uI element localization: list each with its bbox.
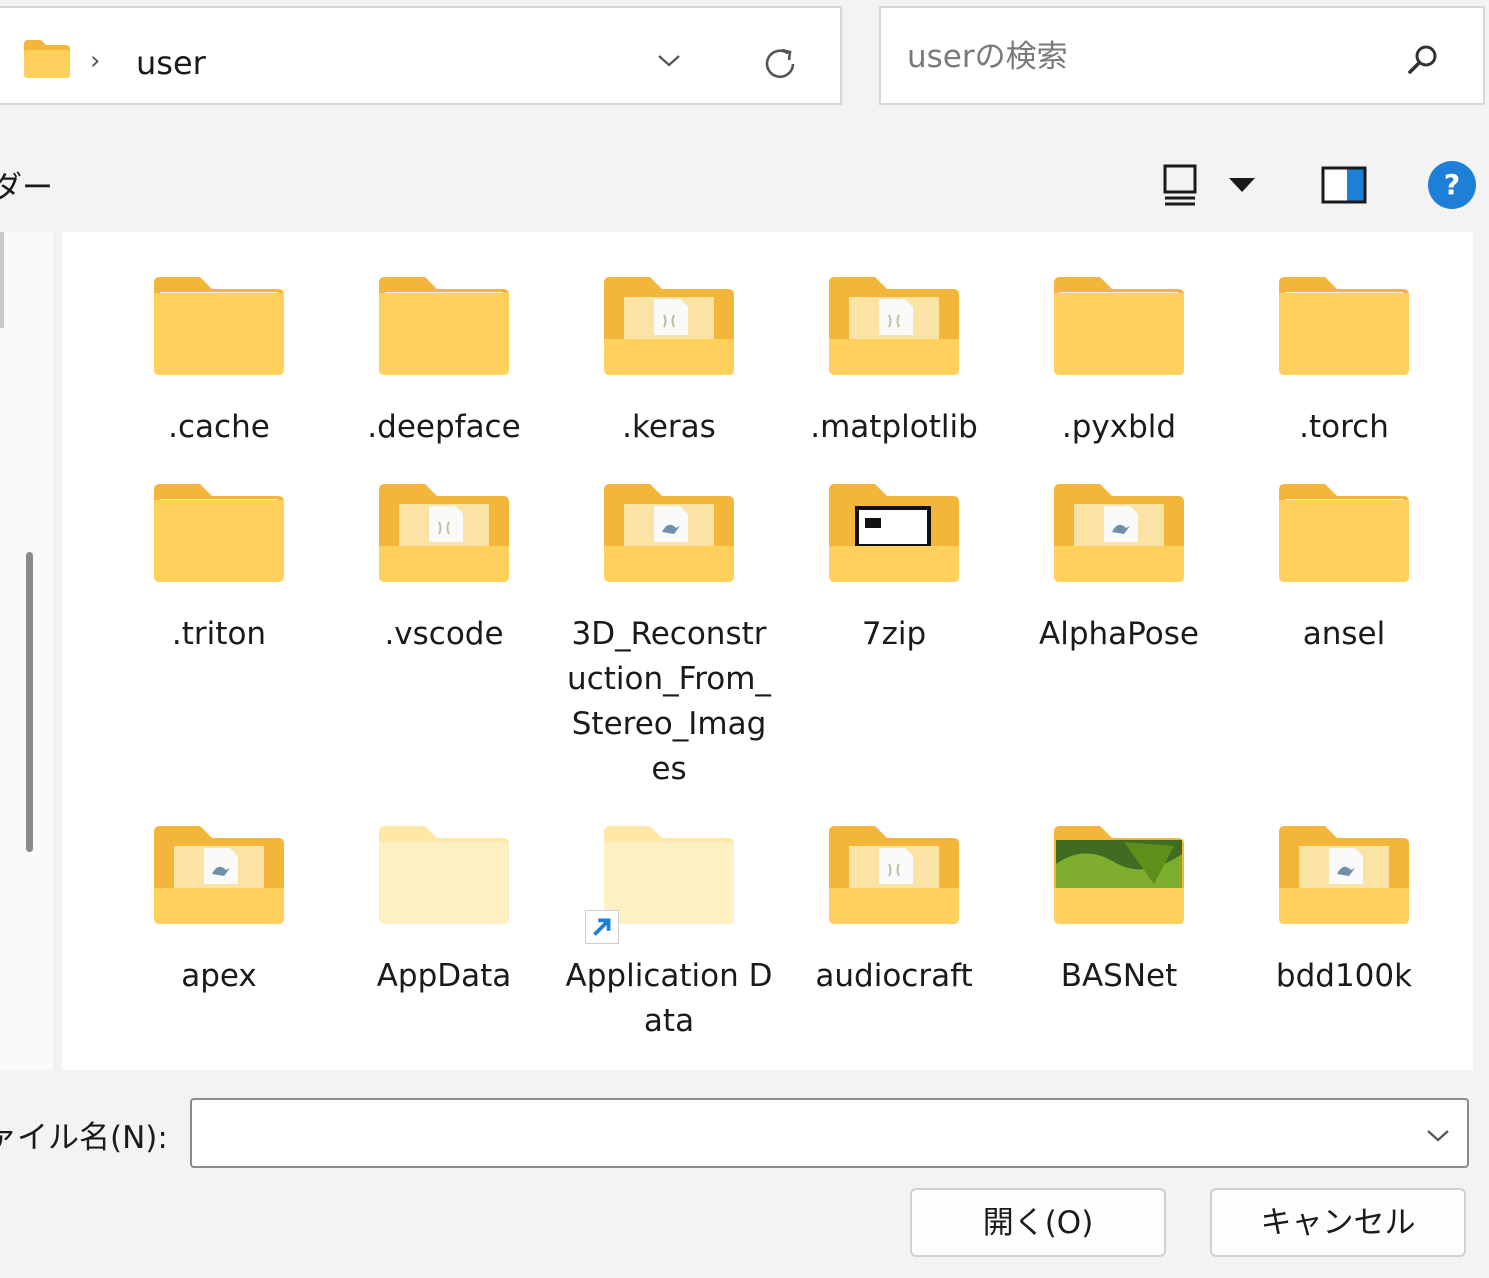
search-box[interactable] [879, 6, 1485, 105]
file-name: Application Data [565, 958, 773, 1039]
folder-document-icon [604, 275, 734, 375]
folder-app-icon [604, 482, 734, 582]
folder-icon [1279, 482, 1409, 582]
file-name: ansel [1302, 616, 1386, 652]
navigation-pane[interactable] [0, 232, 55, 1070]
file-name: 7zip [861, 616, 927, 652]
filename-combobox[interactable] [190, 1098, 1469, 1168]
cancel-button[interactable]: キャンセル [1210, 1188, 1466, 1257]
search-input[interactable] [905, 34, 1389, 80]
caret-down-icon[interactable] [1229, 178, 1255, 192]
file-name: .cache [168, 409, 270, 445]
file-name: .deepface [367, 409, 521, 445]
folder-app-icon [154, 824, 284, 924]
open-button[interactable]: 開く(O) [910, 1188, 1166, 1257]
breadcrumb-separator: › [90, 46, 101, 76]
file-name: .torch [1299, 409, 1389, 445]
help-icon[interactable]: ? [1428, 161, 1476, 209]
file-name: bdd100k [1275, 958, 1413, 994]
folder-icon [24, 40, 70, 78]
folder-window-icon [829, 482, 959, 582]
folder-photo-icon [1054, 824, 1184, 924]
file-name: AlphaPose [1039, 616, 1199, 652]
search-icon[interactable] [1405, 42, 1441, 78]
file-name: AppData [376, 958, 512, 994]
file-name: .pyxbld [1061, 409, 1177, 445]
file-name: .vscode [384, 616, 504, 652]
file-name: audiocraft [815, 958, 973, 994]
file-name: apex [181, 958, 257, 994]
chevron-down-icon[interactable] [653, 48, 685, 72]
refresh-icon[interactable] [760, 44, 800, 84]
folder-icon [1054, 275, 1184, 375]
folder-document-icon [379, 482, 509, 582]
folder-icon [154, 482, 284, 582]
file-name: BASNet [1060, 958, 1178, 994]
preview-pane-icon[interactable] [1321, 166, 1367, 204]
breadcrumb-user[interactable]: user [136, 44, 206, 82]
folder-icon [379, 275, 509, 375]
folder-document-icon [829, 275, 959, 375]
new-folder-button[interactable]: ルダー [0, 162, 53, 207]
folder-shortcut-icon [604, 824, 734, 924]
file-grid[interactable]: .cache .deepface .keras .matplotlib .pyxbld.… [62, 232, 1473, 1070]
file-name: .keras [622, 409, 716, 445]
folder-app-icon [1279, 824, 1409, 924]
folder-hidden-icon [379, 824, 509, 924]
filename-input[interactable] [204, 1112, 1388, 1156]
nav-scrollbar[interactable] [26, 552, 33, 852]
folder-icon [1279, 275, 1409, 375]
folder-document-icon [829, 824, 959, 924]
file-name: .triton [171, 616, 267, 652]
folder-app-icon [1054, 482, 1184, 582]
file-name: 3D_Reconstruction_From_Stereo_Images [567, 616, 771, 787]
file-name: .matplotlib [810, 409, 978, 445]
shortcut-arrow-icon [585, 910, 619, 944]
filename-label: ァイル名(N): [0, 1120, 168, 1156]
nav-pane-edge [0, 232, 4, 328]
view-options-icon[interactable] [1162, 164, 1198, 206]
address-bar[interactable]: › user [0, 6, 842, 105]
chevron-down-icon[interactable] [1425, 1128, 1451, 1144]
folder-icon [154, 275, 284, 375]
